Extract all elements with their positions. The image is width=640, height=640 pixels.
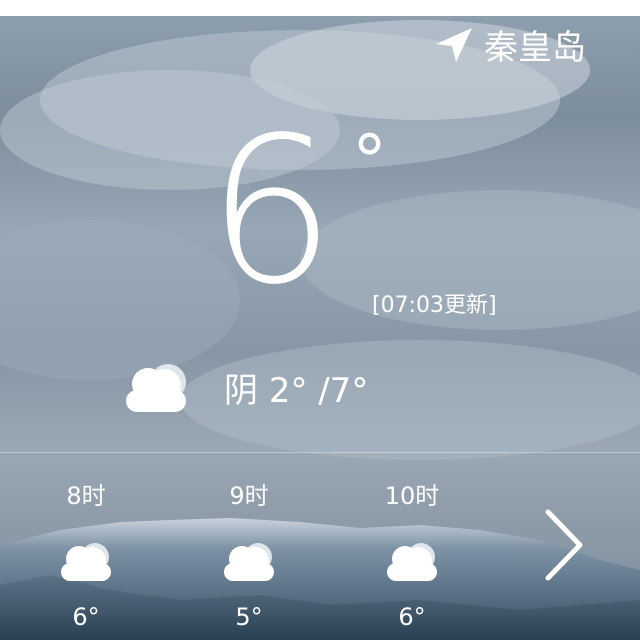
location-arrow-icon <box>436 27 472 62</box>
hourly-item: 8时 6° <box>44 476 128 631</box>
hour-temp: 5° <box>235 603 263 631</box>
divider <box>0 452 640 453</box>
hourly-item: 9时 5° <box>207 476 291 631</box>
weather-screen: 秦皇岛 6 ° [07:03更新] 阴 2° /7° 8时 6° 9时 5° 1… <box>0 0 640 640</box>
hourly-item: 10时 6° <box>370 476 454 631</box>
condition-text: 阴 2° /7° <box>224 363 368 412</box>
update-time: [07:03更新] <box>372 293 497 318</box>
temp-separator: / <box>318 371 330 411</box>
location[interactable]: 秦皇岛 <box>432 20 586 69</box>
hour-label: 9时 <box>229 482 269 510</box>
current-temperature: 6 <box>207 93 336 329</box>
degree-symbol: ° <box>352 120 387 202</box>
low-temp: 2° <box>268 371 308 411</box>
cloud-icon <box>126 364 186 412</box>
chevron-right-icon[interactable] <box>540 508 588 582</box>
hour-label: 10时 <box>384 482 440 510</box>
hour-label: 8时 <box>66 482 106 510</box>
high-temp: 7° <box>329 371 369 411</box>
hour-temp: 6° <box>72 603 100 631</box>
condition-label: 阴 <box>224 371 258 411</box>
city-name: 秦皇岛 <box>484 28 586 68</box>
today-summary: 阴 2° /7° <box>118 360 368 415</box>
cloud-icon <box>387 543 437 581</box>
cloud-icon <box>61 543 111 581</box>
cloud-icon <box>224 543 274 581</box>
hour-temp: 6° <box>398 603 426 631</box>
